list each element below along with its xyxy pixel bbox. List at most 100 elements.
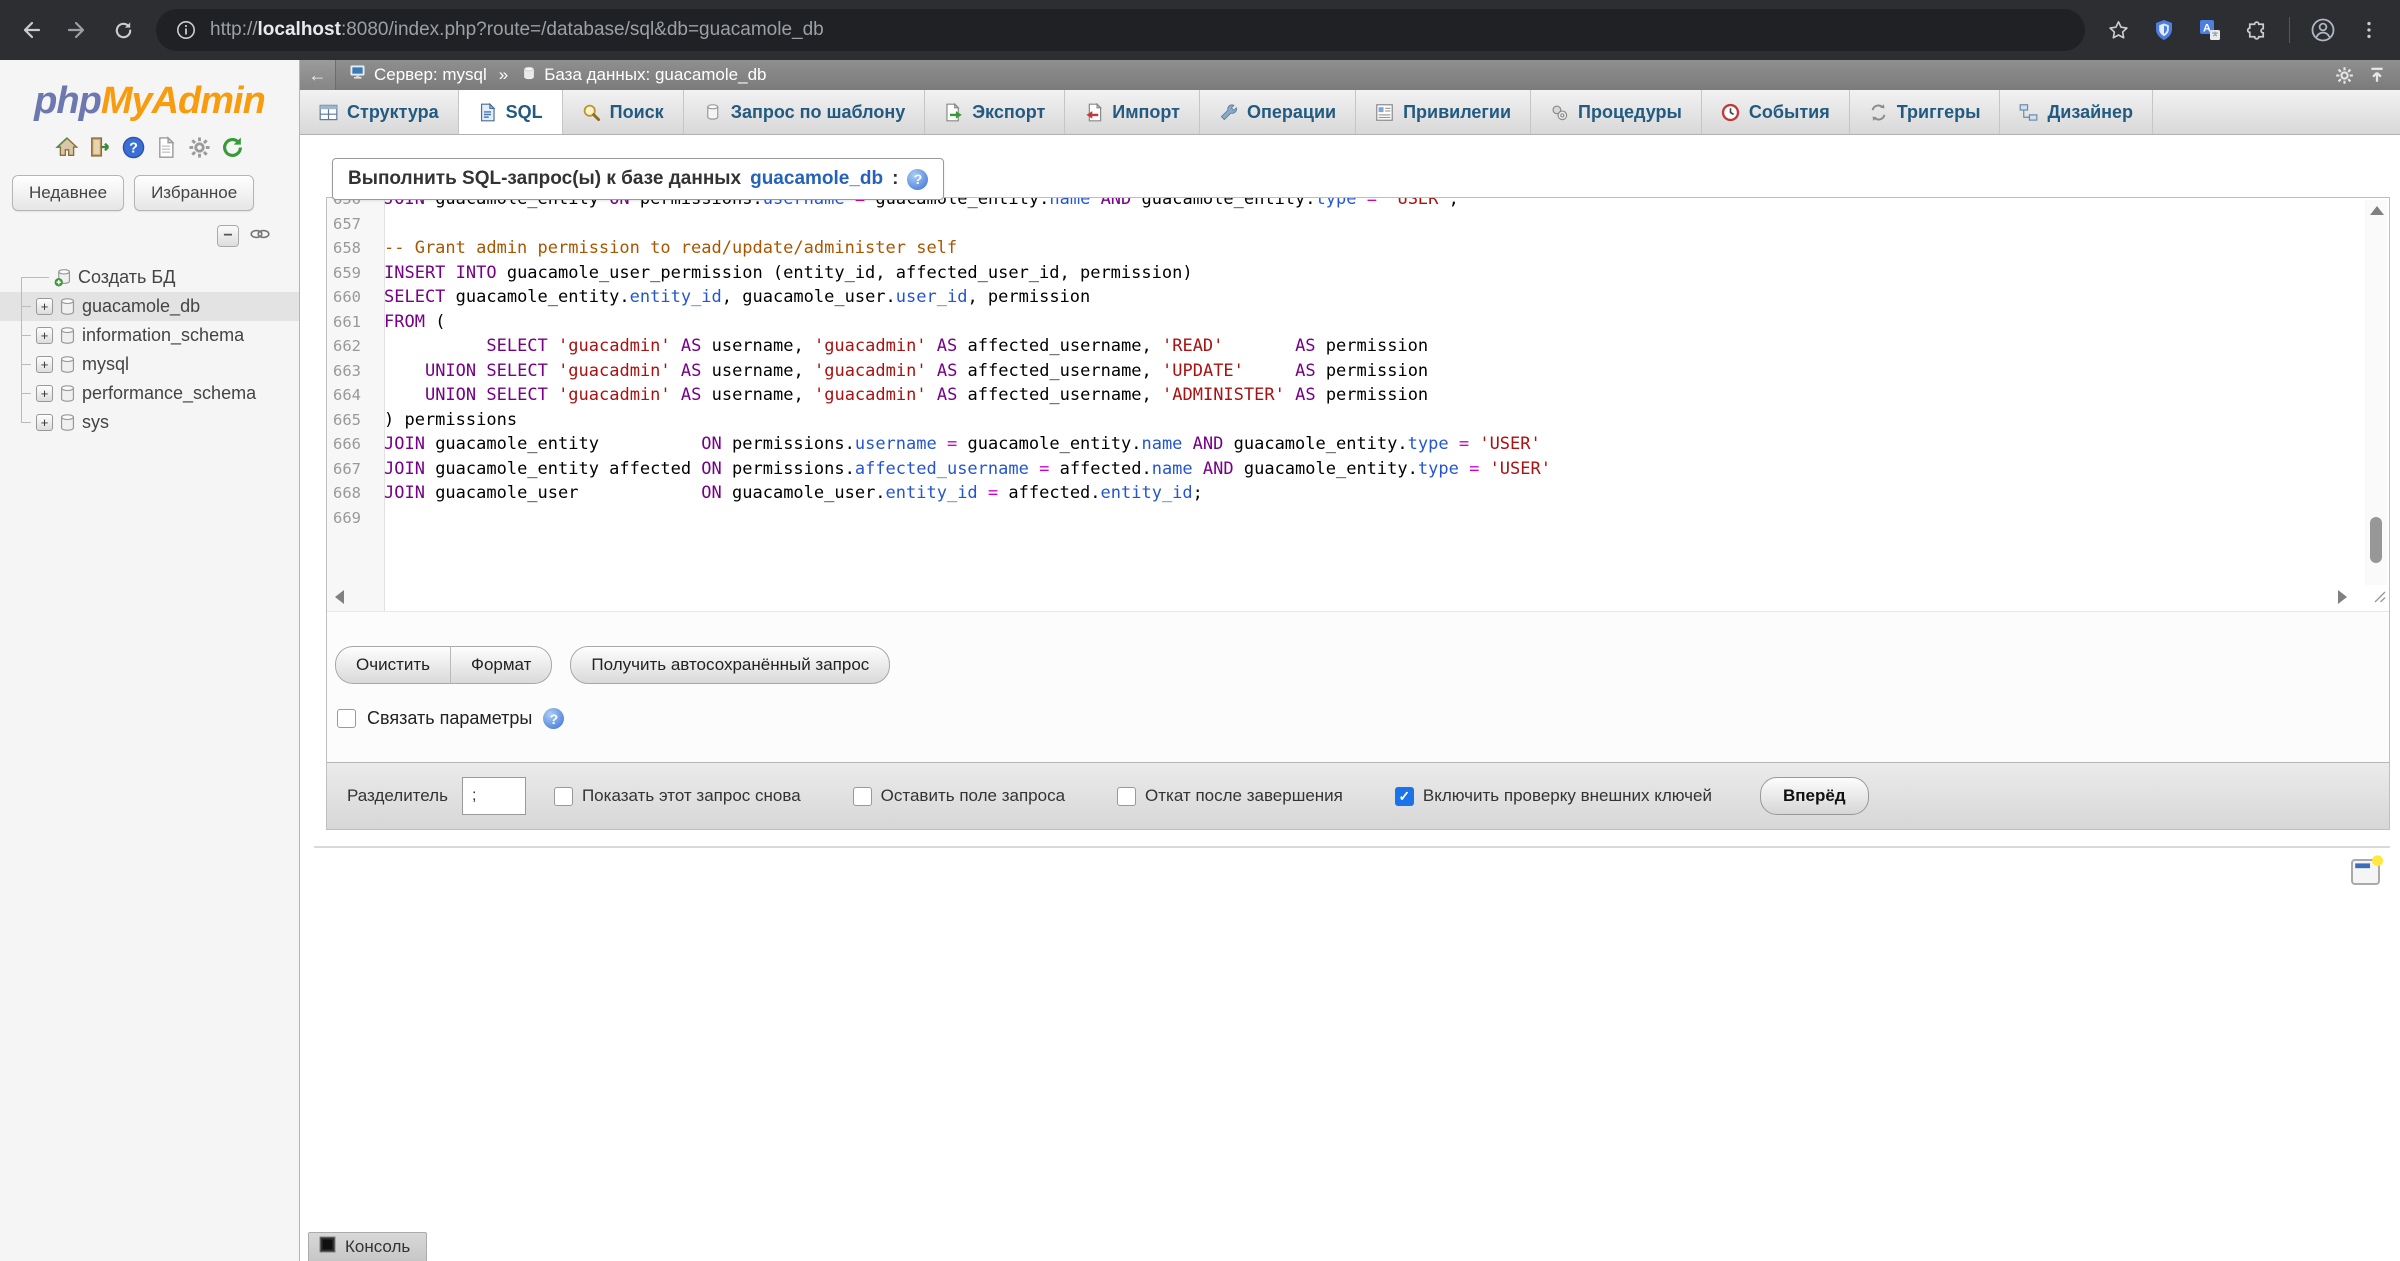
- checkbox[interactable]: [1117, 787, 1136, 806]
- scroll-up-arrow-icon[interactable]: [2370, 206, 2384, 215]
- tab-export[interactable]: Экспорт: [925, 90, 1065, 134]
- tab-routines[interactable]: Процедуры: [1531, 90, 1702, 134]
- sidebar-item-performance_schema[interactable]: +performance_schema: [0, 379, 299, 408]
- scroll-right-arrow-icon[interactable]: [2338, 590, 2347, 604]
- footer-option-2[interactable]: Откат после завершения: [1117, 786, 1343, 806]
- sql-token-pl: permissions.: [722, 434, 855, 454]
- footer-option-0[interactable]: Показать этот запрос снова: [554, 786, 801, 806]
- bind-parameters-checkbox[interactable]: [337, 709, 356, 728]
- page-related-settings-icon[interactable]: [2350, 855, 2384, 892]
- sql-token-pl: [927, 361, 937, 381]
- translate-extension-icon[interactable]: A: [2197, 17, 2223, 43]
- sql-code-editor[interactable]: 656 JOIN guacamole_entity ON permissions.…: [327, 198, 2389, 612]
- tab-sql[interactable]: SQL: [459, 90, 563, 134]
- shield-extension-icon[interactable]: [2151, 17, 2177, 43]
- format-button[interactable]: Формат: [450, 646, 552, 684]
- site-info-icon[interactable]: [176, 20, 196, 40]
- tab-import[interactable]: Импорт: [1065, 90, 1200, 134]
- console-toggle[interactable]: Консоль: [308, 1232, 427, 1261]
- sql-token-pl: [1182, 434, 1192, 454]
- go-button[interactable]: Вперёд: [1760, 777, 1869, 815]
- footer-option-1[interactable]: Оставить поле запроса: [853, 786, 1065, 806]
- forward-icon[interactable]: [64, 17, 90, 43]
- tab-operations[interactable]: Операции: [1200, 90, 1356, 134]
- menu-handle-arrow-icon[interactable]: ←: [300, 60, 336, 90]
- database-icon: [58, 384, 77, 403]
- tab-structure[interactable]: Структура: [300, 90, 459, 134]
- sql-token-prop: entity_id: [1101, 483, 1193, 503]
- sql-token-str: 'guacadmin': [814, 336, 927, 356]
- clear-button[interactable]: Очистить: [335, 646, 450, 684]
- help-icon[interactable]: ?: [121, 135, 145, 159]
- sidebar-item-new-database[interactable]: Создать БД: [0, 263, 299, 292]
- sql-token-str: 'guacadmin': [558, 385, 671, 405]
- profile-avatar-icon[interactable]: [2310, 17, 2336, 43]
- expand-plus-icon[interactable]: +: [36, 414, 53, 431]
- footer-option-3[interactable]: ✓Включить проверку внешних ключей: [1395, 786, 1712, 806]
- checkbox[interactable]: [554, 787, 573, 806]
- url-bar[interactable]: http://localhost:8080/index.php?route=/d…: [156, 9, 2085, 51]
- resize-grip-icon[interactable]: [2372, 589, 2387, 609]
- sql-token-pl: permission: [1316, 336, 1429, 356]
- expand-plus-icon[interactable]: +: [36, 298, 53, 315]
- breadcrumb-database[interactable]: База данных: guacamole_db: [522, 65, 766, 86]
- refresh-icon[interactable]: [220, 135, 244, 159]
- tab-search[interactable]: Поиск: [563, 90, 684, 134]
- tab-designer[interactable]: Дизайнер: [2000, 90, 2153, 134]
- expand-plus-icon[interactable]: +: [36, 385, 53, 402]
- code-lines: 656 JOIN guacamole_entity ON permissions.…: [327, 198, 2389, 530]
- docs-icon[interactable]: [154, 135, 178, 159]
- link-with-main-icon[interactable]: [249, 226, 271, 247]
- sql-help-icon[interactable]: ?: [907, 169, 928, 190]
- code-text: JOIN guacamole_entity ON permissions.use…: [373, 432, 1541, 457]
- code-text: ) permissions: [373, 408, 517, 433]
- breadcrumb-server[interactable]: Сервер: mysql: [350, 65, 487, 85]
- phpmyadmin-logo[interactable]: phpMyAdmin: [0, 80, 299, 123]
- sql-token-pl: [384, 361, 425, 381]
- tab-triggers[interactable]: Триггеры: [1850, 90, 2001, 134]
- collapse-all-icon[interactable]: −: [217, 225, 239, 247]
- sidebar-item-mysql[interactable]: +mysql: [0, 350, 299, 379]
- expand-plus-icon[interactable]: +: [36, 356, 53, 373]
- sql-token-pl: [1479, 459, 1489, 479]
- code-line: 668JOIN guacamole_user ON guacamole_user…: [327, 481, 2389, 506]
- scroll-left-arrow-icon[interactable]: [335, 590, 344, 604]
- reload-icon[interactable]: [110, 17, 136, 43]
- line-number: 656: [327, 198, 373, 212]
- checkbox[interactable]: ✓: [1395, 787, 1414, 806]
- sidebar-item-guacamole_db[interactable]: +guacamole_db: [0, 292, 299, 321]
- sql-token-pl: [1377, 198, 1387, 209]
- sql-token-str: 'guacadmin': [558, 361, 671, 381]
- bind-parameters-help-icon[interactable]: ?: [543, 708, 564, 729]
- home-icon[interactable]: [55, 135, 79, 159]
- sql-token-pl: [1449, 434, 1459, 454]
- tab-events[interactable]: События: [1702, 90, 1850, 134]
- extensions-puzzle-icon[interactable]: [2243, 17, 2269, 43]
- delimiter-input[interactable]: [462, 777, 526, 815]
- svg-text:A: A: [2203, 23, 2211, 35]
- browser-menu-kebab-icon[interactable]: [2356, 17, 2382, 43]
- bookmark-star-icon[interactable]: [2105, 17, 2131, 43]
- sidebar-item-sys[interactable]: +sys: [0, 408, 299, 437]
- sql-token-str: 'USER': [1387, 198, 1448, 209]
- sql-token-pl: ) permissions: [384, 410, 517, 430]
- tree-connector: [21, 422, 31, 423]
- page-settings-gear-icon[interactable]: [2335, 66, 2354, 85]
- tab-query-template[interactable]: Запрос по шаблону: [684, 90, 926, 134]
- get-autosaved-query-button[interactable]: Получить автосохранённый запрос: [570, 646, 890, 684]
- privileges-icon: [1375, 103, 1394, 122]
- tab-privileges[interactable]: Привилегии: [1356, 90, 1531, 134]
- back-icon[interactable]: [18, 17, 44, 43]
- checkbox[interactable]: [853, 787, 872, 806]
- expand-plus-icon[interactable]: +: [36, 327, 53, 344]
- sidebar-item-information_schema[interactable]: +information_schema: [0, 321, 299, 350]
- legend-db-link[interactable]: guacamole_db: [750, 168, 883, 190]
- sql-token-pl: [927, 385, 937, 405]
- vertical-scrollbar-thumb[interactable]: [2370, 517, 2382, 563]
- recent-tables-button[interactable]: Недавнее: [12, 175, 124, 211]
- logout-icon[interactable]: [88, 135, 112, 159]
- sql-token-kw: AS: [1295, 336, 1315, 356]
- settings-icon[interactable]: [187, 135, 211, 159]
- collapse-top-icon[interactable]: [2368, 66, 2386, 84]
- favorite-tables-button[interactable]: Избранное: [134, 175, 254, 211]
